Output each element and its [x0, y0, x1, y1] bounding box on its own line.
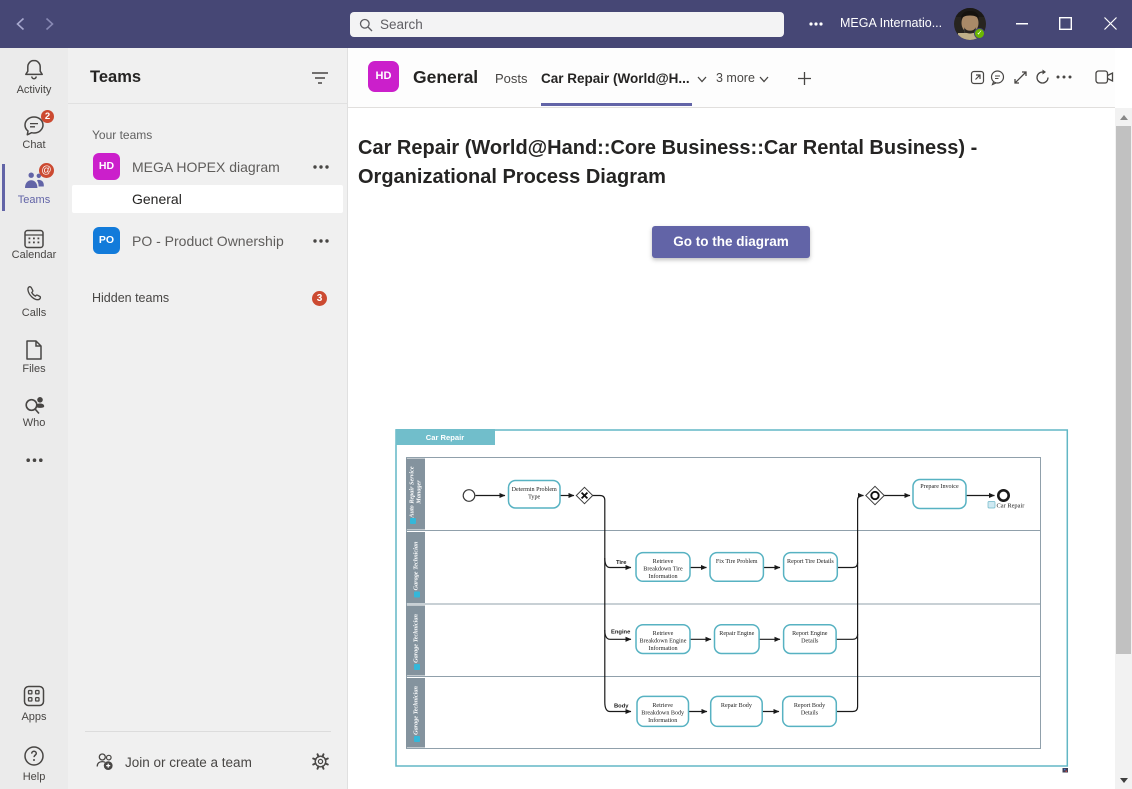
- svg-text:Breakdown Tire: Breakdown Tire: [643, 567, 683, 573]
- svg-text:Information: Information: [648, 573, 677, 580]
- svg-text:Retrieve: Retrieve: [653, 559, 674, 565]
- svg-text:Retrieve: Retrieve: [653, 631, 674, 637]
- svg-text:Tire: Tire: [616, 560, 627, 566]
- svg-text:Report Tire Details: Report Tire Details: [787, 559, 834, 565]
- svg-text:Retrieve: Retrieve: [652, 703, 673, 709]
- svg-text:Repair Body: Repair Body: [721, 703, 753, 709]
- svg-text:Manager: Manager: [416, 480, 423, 505]
- svg-text:Breakdown Engine: Breakdown Engine: [640, 639, 687, 645]
- svg-text:Garage Technician: Garage Technician: [413, 614, 420, 663]
- svg-text:Fix Tire Problem: Fix Tire Problem: [716, 559, 758, 565]
- svg-text:Report Body: Report Body: [794, 703, 826, 709]
- svg-text:Car Repair: Car Repair: [426, 433, 464, 442]
- svg-text:Type: Type: [528, 495, 540, 501]
- svg-text:Information: Information: [648, 717, 677, 724]
- svg-text:Garage Technician: Garage Technician: [413, 541, 420, 590]
- svg-text:Car Repair: Car Repair: [997, 503, 1026, 510]
- svg-text:Repair Engine: Repair Engine: [719, 631, 754, 637]
- svg-text:Information: Information: [648, 645, 677, 652]
- svg-text:Engine: Engine: [611, 630, 631, 636]
- svg-text:Determin Problem: Determin Problem: [512, 487, 557, 493]
- svg-text:Details: Details: [801, 639, 819, 645]
- svg-text:Garage Technician: Garage Technician: [413, 686, 420, 735]
- svg-text:Report Engine: Report Engine: [792, 631, 828, 637]
- svg-text:Breakdown Body: Breakdown Body: [641, 711, 685, 717]
- svg-text:Details: Details: [801, 711, 819, 717]
- svg-text:Body: Body: [614, 704, 629, 710]
- svg-text:Auto Repair Service: Auto Repair Service: [409, 466, 416, 518]
- svg-text:Prepare Invoice: Prepare Invoice: [920, 484, 959, 490]
